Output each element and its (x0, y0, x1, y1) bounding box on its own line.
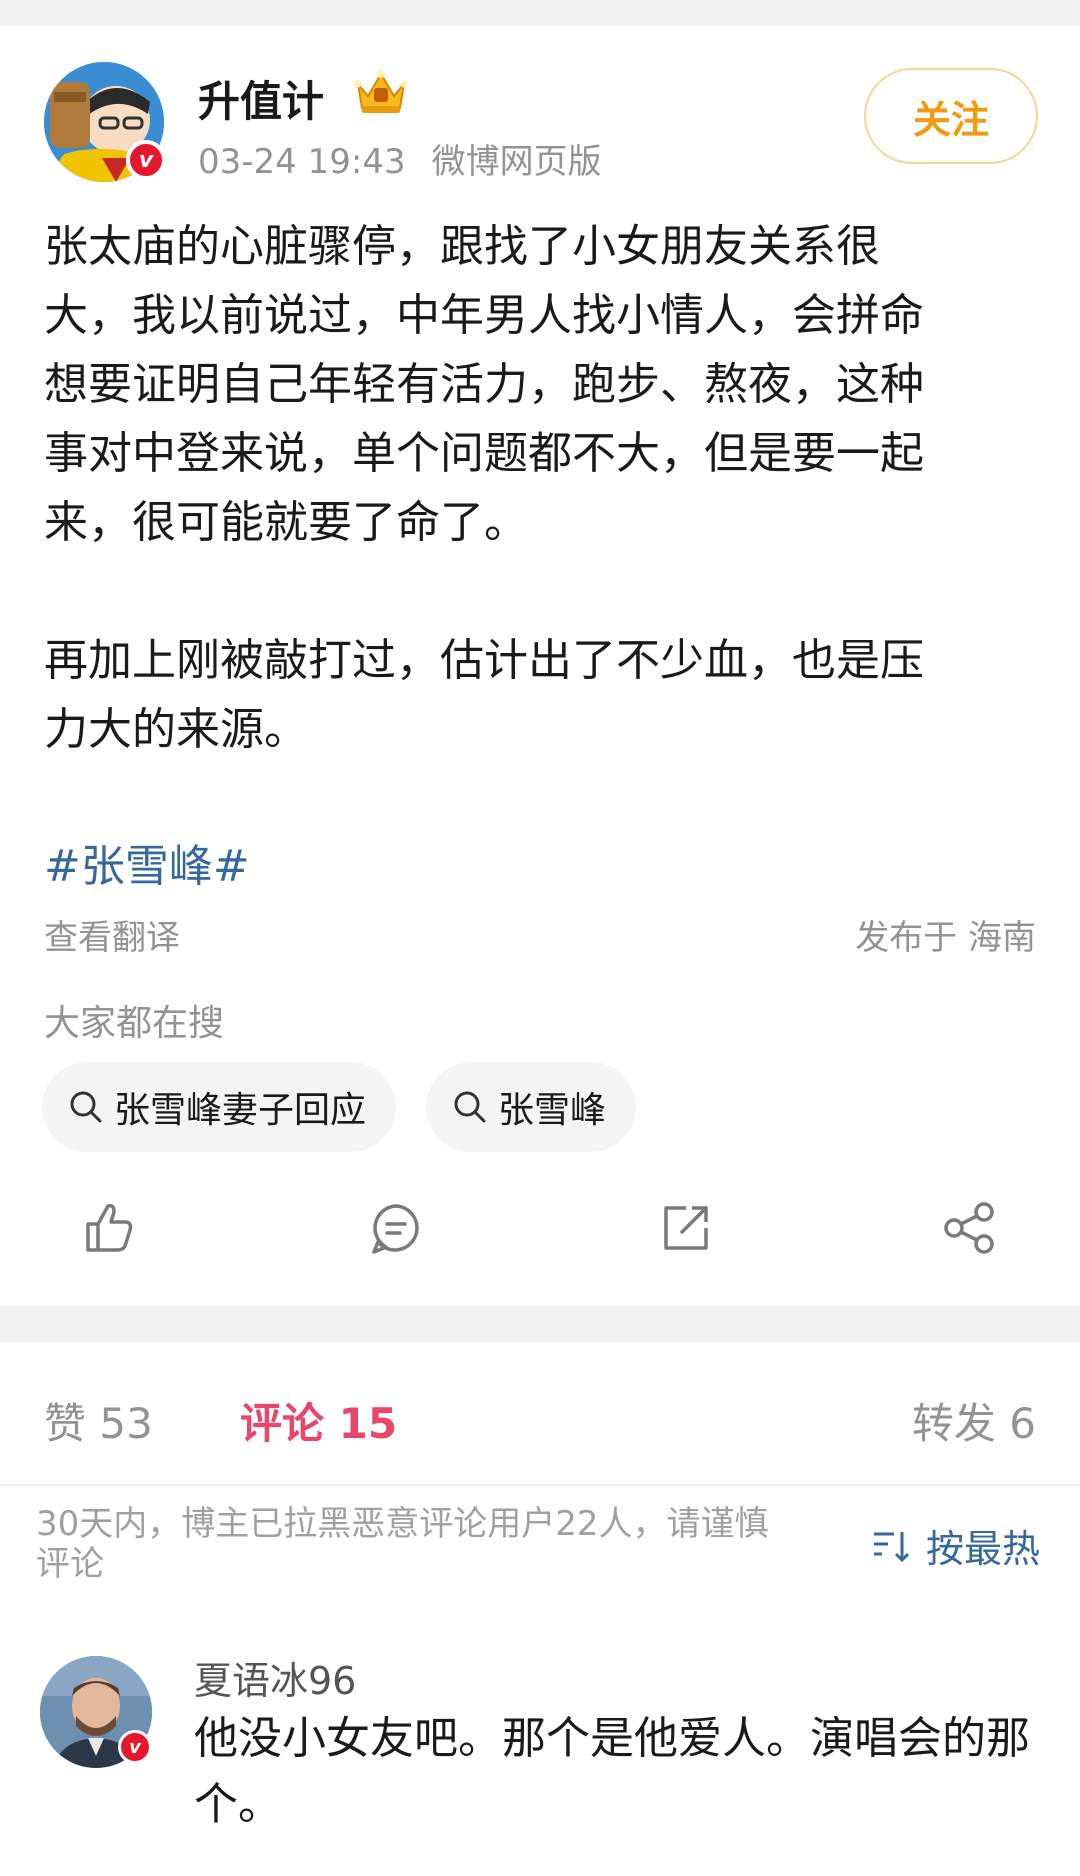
sort-icon (873, 1531, 910, 1562)
share-icon[interactable] (940, 1198, 1000, 1258)
tab-reposts[interactable]: 转发 6 (912, 1390, 1036, 1451)
search-chip[interactable]: 张雪峰妻子回应 (42, 1062, 397, 1152)
comment-icon[interactable] (366, 1198, 426, 1258)
commenter-name[interactable]: 夏语冰96 (194, 1650, 356, 1705)
search-chip-label: 张雪峰 (498, 1090, 607, 1131)
post-location: 发布于 海南 (855, 918, 1036, 958)
post-body: 张太庙的心脏骤停，跟找了小女朋友关系很 大，我以前说过，中年男人找小情人，会拼命… (44, 221, 924, 755)
commenter-avatar[interactable]: v (40, 1656, 152, 1768)
tab-likes[interactable]: 赞 53 (44, 1390, 153, 1451)
verified-badge-icon: v (126, 140, 166, 180)
trending-search-title: 大家都在搜 (44, 1003, 225, 1044)
post-meta: 03-24 19:43 微博网页版 (198, 134, 602, 183)
repost-icon[interactable] (656, 1198, 716, 1258)
vip-crown-icon (354, 70, 408, 113)
like-icon[interactable] (78, 1198, 138, 1258)
comment-notice: 30天内，博主已拉黑恶意评论用户22人，请谨慎评论 (36, 1504, 769, 1584)
search-chip-label: 张雪峰妻子回应 (114, 1090, 367, 1131)
author-avatar[interactable]: v (44, 62, 166, 182)
post-time: 03-24 19:43 (198, 142, 406, 182)
top-strip (0, 0, 1080, 26)
verified-badge-icon: v (118, 1730, 152, 1764)
section-divider (0, 1306, 1080, 1342)
post-source: 微博网页版 (431, 142, 602, 182)
search-chip[interactable]: 张雪峰 (426, 1062, 637, 1152)
author-name[interactable]: 升值计 (198, 68, 324, 129)
sort-label: 按最热 (925, 1527, 1040, 1571)
divider (0, 1484, 1080, 1486)
sort-button[interactable]: 按最热 (872, 1518, 1040, 1573)
follow-button[interactable]: 关注 (864, 68, 1038, 164)
tab-comments[interactable]: 评论 15 (240, 1390, 397, 1451)
search-icon (70, 1091, 102, 1123)
search-icon (454, 1091, 486, 1123)
hashtag-link[interactable]: #张雪峰# (44, 830, 250, 894)
translate-link[interactable]: 查看翻译 (44, 910, 180, 959)
comment-text: 他没小女友吧。那个是他爱人。演唱会的那个。 (194, 1713, 1030, 1830)
